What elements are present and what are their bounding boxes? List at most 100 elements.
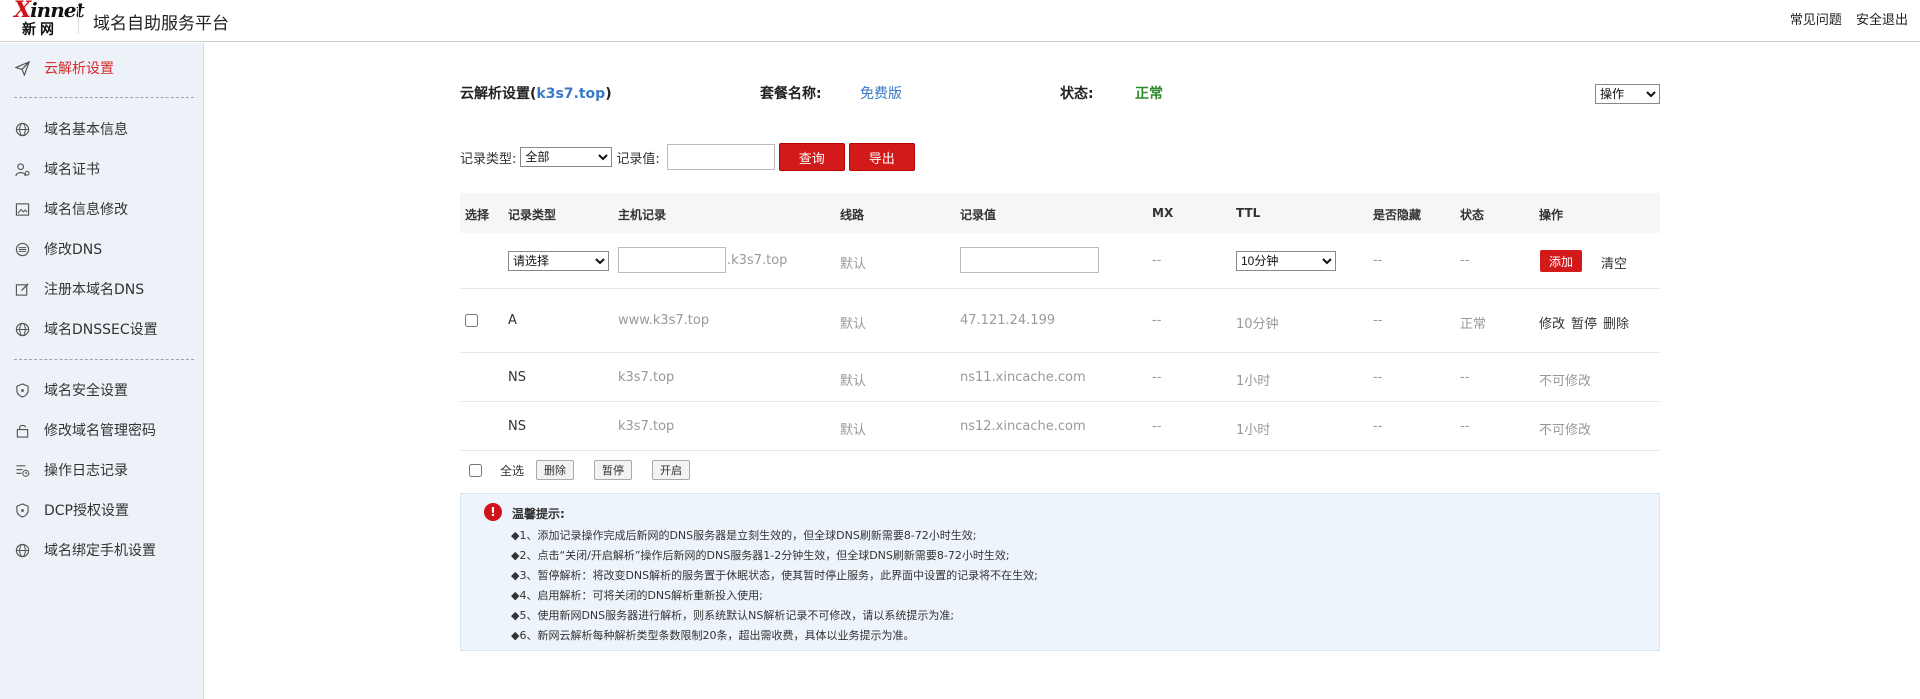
sidebar-item-label: 域名绑定手机设置 bbox=[44, 543, 156, 559]
col-type: 记录类型 bbox=[508, 208, 557, 222]
platform-title: 域名自助服务平台 bbox=[93, 14, 229, 34]
row-type: NS bbox=[508, 370, 526, 385]
row-line: 默认 bbox=[840, 317, 867, 332]
record-value-label: 记录值: bbox=[616, 151, 660, 167]
row-status: -- bbox=[1460, 370, 1470, 385]
row-host: k3s7.top bbox=[618, 370, 675, 385]
sidebar-item-label: 域名证书 bbox=[44, 162, 100, 178]
bulk-enable-button[interactable]: 开启 bbox=[652, 460, 691, 480]
sidebar-item-certificate[interactable]: 域名证书 bbox=[0, 154, 204, 184]
col-ttl: TTL bbox=[1236, 206, 1261, 220]
sidebar-item-security[interactable]: 域名安全设置 bbox=[0, 375, 204, 405]
dns-icon bbox=[0, 242, 44, 257]
row-note: 不可修改 bbox=[1539, 423, 1592, 438]
logout-link[interactable]: 安全退出 bbox=[1856, 13, 1908, 28]
sidebar-item-phone[interactable]: 域名绑定手机设置 bbox=[0, 535, 204, 565]
sidebar-item-label: 域名基本信息 bbox=[44, 122, 128, 138]
summary-row: 云解析设置(k3s7.top) 套餐名称: 免费版 状态: 正常 bbox=[460, 83, 1660, 107]
table-row: A www.k3s7.top 默认 47.121.24.199 -- 10分钟 … bbox=[460, 289, 1660, 353]
new-line: 默认 bbox=[840, 257, 867, 272]
sidebar-item-label: DCP授权设置 bbox=[44, 503, 129, 519]
record-value-input[interactable] bbox=[666, 144, 775, 170]
sidebar-item-label: 操作日志记录 bbox=[44, 463, 128, 479]
tip-line: ◆4、启用解析：可将关闭的DNS解析重新投入使用; bbox=[511, 589, 763, 602]
row-value: 47.121.24.199 bbox=[960, 313, 1056, 328]
select-all-label: 全选 bbox=[500, 463, 525, 478]
row-ttl: 10分钟 bbox=[1236, 317, 1279, 332]
sidebar: 云解析设置 域名基本信息 域名证书 域名信息修改 修改DNS 注册本域名DNS … bbox=[0, 43, 204, 699]
faq-link[interactable]: 常见问题 bbox=[1790, 13, 1842, 28]
sidebar-item-label: 域名安全设置 bbox=[44, 383, 128, 399]
top-header: Xinnet 新网 域名自助服务平台 常见问题 安全退出 bbox=[0, 0, 1920, 42]
new-host-input[interactable] bbox=[618, 247, 726, 273]
row-line: 默认 bbox=[840, 423, 867, 438]
col-value: 记录值 bbox=[960, 208, 997, 222]
lock-icon bbox=[0, 423, 44, 438]
sidebar-item-label: 修改域名管理密码 bbox=[44, 423, 156, 439]
sidebar-item-password[interactable]: 修改域名管理密码 bbox=[0, 415, 204, 445]
plan-label: 套餐名称: bbox=[760, 86, 822, 102]
row-hidden: -- bbox=[1373, 313, 1383, 328]
sidebar-item-dnssec[interactable]: 域名DNSSEC设置 bbox=[0, 314, 204, 344]
xinnet-logo[interactable]: Xinnet 新网 bbox=[14, 0, 85, 40]
row-ttl: 1小时 bbox=[1236, 423, 1271, 438]
sidebar-item-basic-info[interactable]: 域名基本信息 bbox=[0, 114, 204, 144]
select-all-checkbox[interactable] bbox=[469, 463, 482, 477]
row-status: 正常 bbox=[1460, 317, 1487, 332]
new-record-row: 请选择 .k3s7.top 默认 -- 10分钟 -- -- 添加 清空 bbox=[460, 233, 1660, 289]
clear-link[interactable]: 清空 bbox=[1601, 253, 1627, 272]
shield-icon bbox=[0, 382, 44, 398]
paper-plane-icon bbox=[0, 60, 44, 76]
sidebar-item-dcp[interactable]: DCP授权设置 bbox=[0, 495, 204, 525]
tips-title: 温馨提示: bbox=[512, 507, 565, 521]
bulk-delete-button[interactable]: 删除 bbox=[536, 460, 575, 480]
row-type: NS bbox=[508, 419, 526, 434]
tip-line: ◆5、使用新网DNS服务器进行解析，则系统默认NS解析记录不可修改，请以系统提示… bbox=[511, 609, 955, 622]
sidebar-item-register-dns[interactable]: 注册本域名DNS bbox=[0, 274, 204, 304]
row-host: www.k3s7.top bbox=[618, 313, 710, 328]
col-host: 主机记录 bbox=[618, 208, 667, 222]
sidebar-item-info-edit[interactable]: 域名信息修改 bbox=[0, 194, 204, 224]
add-record-button[interactable]: 添加 bbox=[1540, 250, 1582, 272]
logo-cn: 新网 bbox=[22, 22, 58, 38]
export-button[interactable]: 导出 bbox=[848, 143, 915, 171]
delete-record-link[interactable]: 删除 bbox=[1603, 317, 1629, 332]
row-value: ns11.xincache.com bbox=[960, 370, 1086, 385]
row-line: 默认 bbox=[840, 374, 867, 389]
sidebar-item-label: 域名信息修改 bbox=[44, 202, 128, 218]
record-type-label: 记录类型: bbox=[460, 151, 517, 167]
header-divider bbox=[78, 6, 79, 34]
bulk-pause-button[interactable]: 暂停 bbox=[594, 460, 633, 480]
row-type: A bbox=[508, 313, 517, 328]
sidebar-item-label: 修改DNS bbox=[44, 242, 103, 258]
query-button[interactable]: 查询 bbox=[778, 143, 845, 171]
pause-record-link[interactable]: 暂停 bbox=[1571, 317, 1597, 332]
sidebar-item-modify-dns[interactable]: 修改DNS bbox=[0, 234, 204, 264]
edit-icon bbox=[0, 282, 44, 297]
col-hidden: 是否隐藏 bbox=[1373, 208, 1422, 222]
sidebar-item-logs[interactable]: 操作日志记录 bbox=[0, 455, 204, 485]
new-record-type-select[interactable]: 请选择 bbox=[508, 251, 609, 271]
row-value: ns12.xincache.com bbox=[960, 419, 1086, 434]
table-header: 选择 记录类型 主机记录 线路 记录值 MX TTL 是否隐藏 状态 操作 bbox=[460, 193, 1660, 233]
operation-select[interactable]: 操作 bbox=[1595, 84, 1660, 104]
record-type-select[interactable]: 全部 bbox=[520, 147, 613, 167]
new-value-input[interactable] bbox=[960, 247, 1099, 273]
edit-record-link[interactable]: 修改 bbox=[1539, 317, 1565, 332]
new-status: -- bbox=[1460, 253, 1470, 268]
sidebar-item-dns-settings[interactable]: 云解析设置 bbox=[0, 53, 204, 83]
table-row: NS k3s7.top 默认 ns12.xincache.com -- 1小时 … bbox=[460, 402, 1660, 451]
page-title: 云解析设置(k3s7.top) bbox=[460, 86, 612, 102]
new-ttl-select[interactable]: 10分钟 bbox=[1236, 251, 1336, 271]
image-edit-icon bbox=[0, 202, 44, 217]
col-mx: MX bbox=[1152, 206, 1174, 220]
sidebar-divider bbox=[14, 97, 194, 98]
status-label: 状态: bbox=[1060, 86, 1094, 102]
sidebar-item-label: 域名DNSSEC设置 bbox=[44, 322, 158, 338]
host-suffix: .k3s7.top bbox=[727, 253, 788, 268]
row-checkbox[interactable] bbox=[465, 314, 478, 327]
row-hidden: -- bbox=[1373, 419, 1383, 434]
status-value: 正常 bbox=[1135, 86, 1163, 102]
col-status: 状态 bbox=[1460, 208, 1485, 222]
user-cert-icon bbox=[0, 162, 44, 177]
